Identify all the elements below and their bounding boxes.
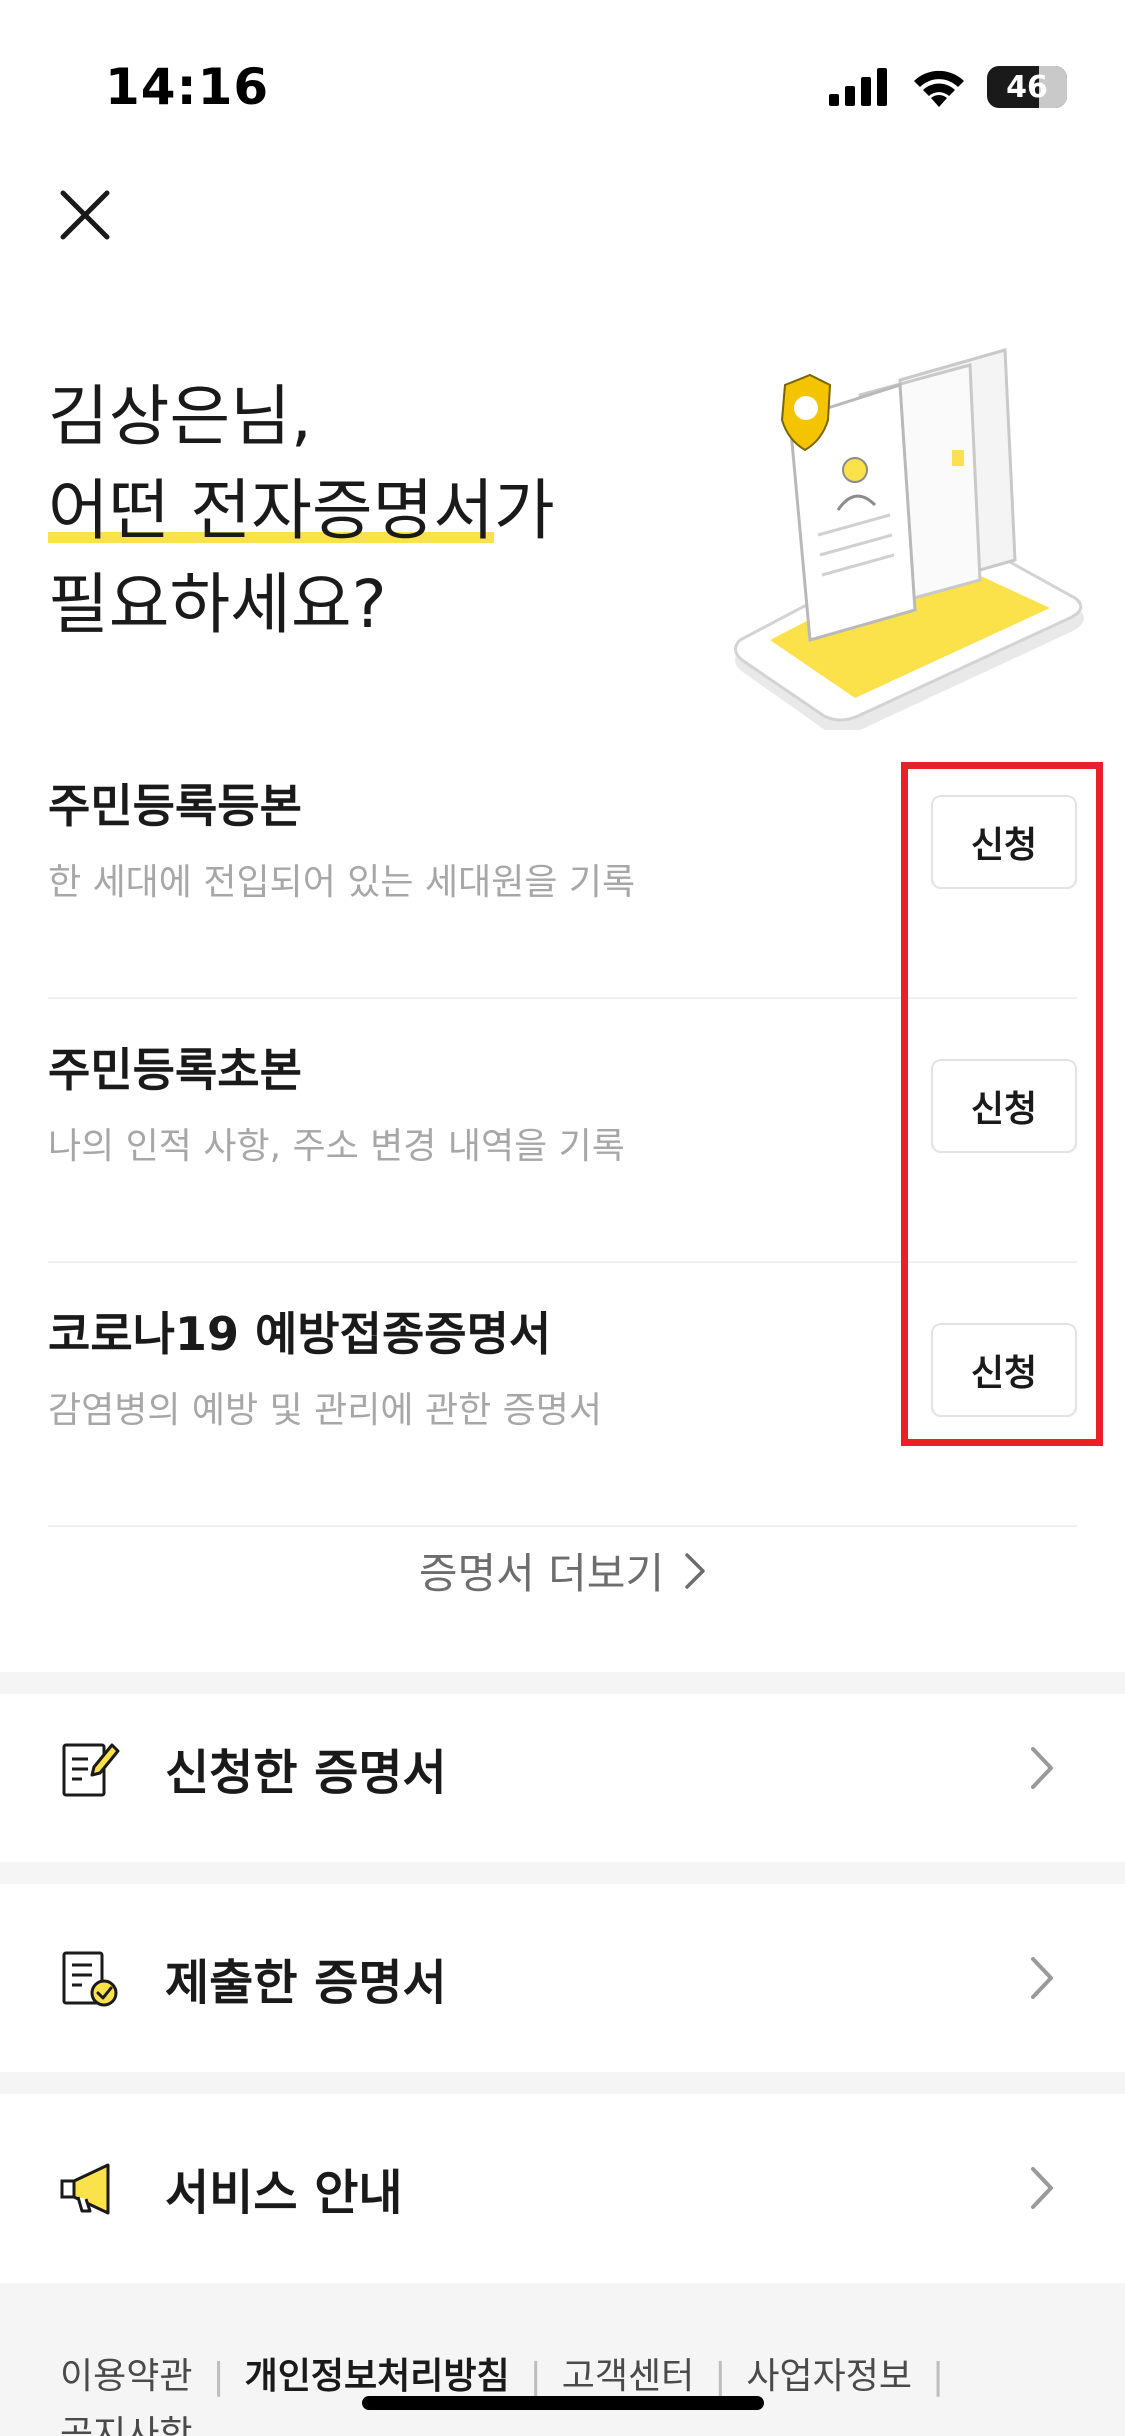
chevron-right-icon — [1031, 1957, 1053, 1999]
annotation-highlight-box — [901, 762, 1103, 1446]
megaphone-icon — [60, 2163, 110, 2215]
submitted-document-icon — [62, 1951, 118, 2007]
footer-links: 이용약관 | 개인정보처리방침 | 고객센터 | 사업자정보 | 공지사항 — [60, 2348, 1080, 2436]
section-divider — [0, 2072, 1125, 2094]
footer-link-business-info[interactable]: 사업자정보 — [746, 2348, 912, 2406]
more-certificates-link[interactable]: 증명서 더보기 — [0, 1540, 1125, 1601]
status-icons: 46 — [829, 62, 1067, 112]
certificate-description: 나의 인적 사항, 주소 변경 내역을 기록 — [48, 1126, 625, 1167]
page-title: 김상은님, 어떤 전자증명서가 필요하세요? — [48, 370, 668, 652]
certificate-name: 주민등록초본 — [48, 1043, 302, 1097]
certificate-name: 주민등록등본 — [48, 779, 302, 833]
title-highlight: 어떤 전자증명서 — [48, 472, 495, 549]
title-line-3: 필요하세요? — [48, 566, 387, 643]
chevron-right-icon — [685, 1552, 705, 1589]
menu-item-service-info[interactable]: 서비스 안내 — [0, 2094, 1125, 2282]
certificate-description: 한 세대에 전입되어 있는 세대원을 기록 — [48, 862, 636, 903]
chevron-right-icon — [1031, 2167, 1053, 2209]
title-line-2: 어떤 전자증명서가 — [48, 464, 668, 558]
cellular-signal-icon — [829, 68, 887, 106]
battery-icon: 46 — [987, 66, 1067, 108]
wifi-icon — [914, 70, 964, 107]
section-divider — [0, 1862, 1125, 1884]
close-button[interactable] — [45, 175, 125, 255]
close-icon — [60, 190, 110, 240]
home-indicator — [362, 2396, 764, 2410]
footer-link-terms[interactable]: 이용약관 — [60, 2348, 192, 2406]
more-certificates-label: 증명서 더보기 — [418, 1549, 665, 1598]
chevron-right-icon — [1031, 1747, 1053, 1789]
edit-document-icon — [62, 1743, 120, 1797]
phone-documents-illustration — [734, 348, 1084, 730]
menu-label: 서비스 안내 — [165, 2165, 403, 2221]
status-time: 14:16 — [105, 58, 270, 116]
menu-item-applied-certificates[interactable]: 신청한 증명서 — [0, 1674, 1125, 1862]
title-line-2-rest: 가 — [494, 472, 555, 549]
footer-separator: | — [212, 2356, 225, 2397]
menu-item-submitted-certificates[interactable]: 제출한 증명서 — [0, 1884, 1125, 2072]
menu-label: 신청한 증명서 — [165, 1745, 447, 1801]
certificate-name: 코로나19 예방접종증명서 — [48, 1307, 552, 1361]
title-line-1: 김상은님, — [48, 378, 312, 455]
status-bar: 14:16 46 — [0, 0, 1125, 180]
footer: 이용약관 | 개인정보처리방침 | 고객센터 | 사업자정보 | 공지사항 — [0, 2283, 1125, 2436]
menu-label: 제출한 증명서 — [165, 1955, 447, 2011]
footer-link-notices[interactable]: 공지사항 — [60, 2406, 192, 2436]
battery-level: 46 — [1006, 69, 1048, 105]
footer-separator: | — [931, 2356, 945, 2397]
certificate-description: 감염병의 예방 및 관리에 관한 증명서 — [48, 1390, 603, 1431]
